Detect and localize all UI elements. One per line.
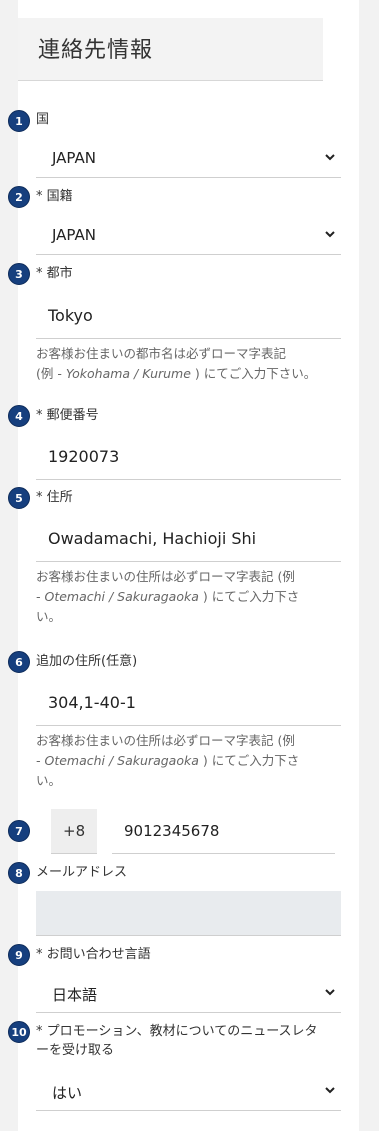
email-label: メールアドレス xyxy=(36,865,128,880)
section-header: 連絡先情報 xyxy=(18,18,323,81)
page-title: 連絡先情報 xyxy=(38,38,154,63)
language-label: * お問い合わせ言語 xyxy=(36,947,151,962)
address2-label: 追加の住所(任意) xyxy=(36,654,138,669)
phone-input[interactable]: 9012345678 xyxy=(112,809,335,854)
country-code: +8 xyxy=(63,822,86,840)
city-label: * 都市 xyxy=(36,266,73,281)
help-line: - Otemachi / Sakuragaoka ) にてご入力下さ xyxy=(36,753,300,768)
postal-code-label: * 郵便番号 xyxy=(36,408,99,423)
help-line: い。 xyxy=(36,609,62,624)
address2-input[interactable]: 304,1-40-1 xyxy=(36,679,341,726)
country-value: JAPAN xyxy=(52,149,96,167)
city-help-text: お客様お住まいの都市名は必ずローマ字表記 (例 - Yokohama / Kur… xyxy=(36,344,341,384)
nationality-select[interactable]: JAPAN xyxy=(36,216,341,255)
help-line: お客様お住まいの住所は必ずローマ字表記 (例 xyxy=(36,569,295,584)
email-field[interactable] xyxy=(36,891,341,936)
scrollbar[interactable] xyxy=(373,0,379,1131)
newsletter-value: はい xyxy=(52,1084,83,1102)
chevron-down-icon xyxy=(325,154,335,161)
phone-value: 9012345678 xyxy=(124,822,220,840)
address-value: Owadamachi, Hachioji Shi xyxy=(48,529,257,548)
step-badge: 3 xyxy=(8,263,30,285)
address-input[interactable]: Owadamachi, Hachioji Shi xyxy=(36,515,341,562)
nationality-label: * 国籍 xyxy=(36,189,73,204)
newsletter-select[interactable]: はい xyxy=(36,1072,341,1111)
help-line: お客様お住まいの住所は必ずローマ字表記 (例 xyxy=(36,733,295,748)
country-label: 国 xyxy=(36,112,50,127)
city-value: Tokyo xyxy=(48,306,93,325)
city-input[interactable]: Tokyo xyxy=(36,292,341,339)
help-line: い。 xyxy=(36,773,62,788)
label-line: ーを受け取る xyxy=(36,1043,115,1058)
language-select[interactable]: 日本語 xyxy=(36,974,341,1013)
address-label: * 住所 xyxy=(36,490,73,505)
step-badge: 7 xyxy=(8,820,30,842)
address-help-text: お客様お住まいの住所は必ずローマ字表記 (例 - Otemachi / Saku… xyxy=(36,567,341,627)
step-badge: 1 xyxy=(8,110,30,132)
step-badge: 8 xyxy=(8,862,30,884)
chevron-down-icon xyxy=(325,989,335,996)
postal-code-value: 1920073 xyxy=(48,447,120,466)
postal-code-input[interactable]: 1920073 xyxy=(36,433,341,480)
step-badge: 4 xyxy=(8,405,30,427)
step-badge: 10 xyxy=(8,1021,30,1043)
language-value: 日本語 xyxy=(52,986,98,1004)
chevron-down-icon xyxy=(325,1087,335,1094)
help-line: (例 - Yokohama / Kurume ) にてご入力下さい。 xyxy=(36,366,317,381)
label-line: * プロモーション、教材についてのニュースレタ xyxy=(36,1024,318,1039)
step-badge: 5 xyxy=(8,487,30,509)
country-select[interactable]: JAPAN xyxy=(36,139,341,178)
help-line: お客様お住まいの都市名は必ずローマ字表記 xyxy=(36,346,287,361)
newsletter-label: * プロモーション、教材についてのニュースレタ ーを受け取る xyxy=(36,1022,318,1060)
email-value-redacted xyxy=(50,903,280,921)
step-badge: 6 xyxy=(8,651,30,673)
help-line: - Otemachi / Sakuragaoka ) にてご入力下さ xyxy=(36,589,300,604)
step-badge: 2 xyxy=(8,186,30,208)
country-code-box: +8 xyxy=(51,809,97,854)
nationality-value: JAPAN xyxy=(52,226,96,244)
step-badge: 9 xyxy=(8,944,30,966)
address2-help-text: お客様お住まいの住所は必ずローマ字表記 (例 - Otemachi / Saku… xyxy=(36,731,341,791)
address2-value: 304,1-40-1 xyxy=(48,693,136,712)
chevron-down-icon xyxy=(325,231,335,238)
